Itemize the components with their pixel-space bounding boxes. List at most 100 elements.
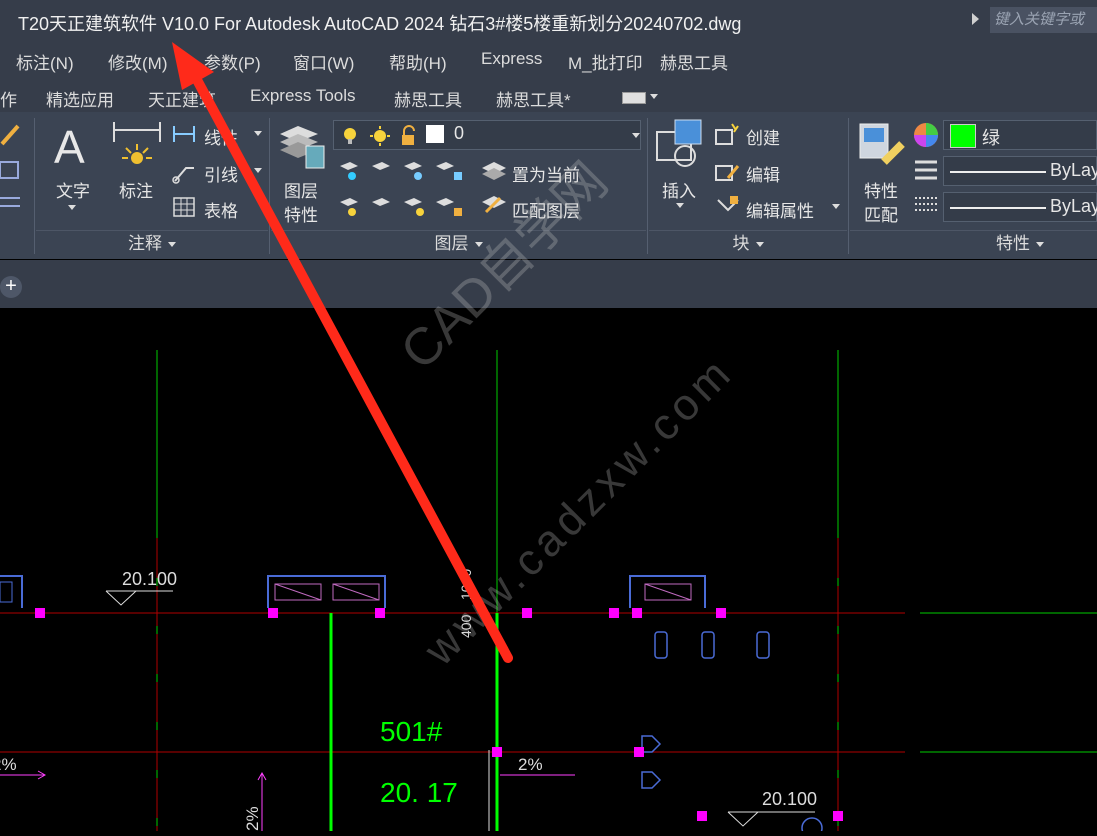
linetype-lineweight-icons[interactable] [913,158,939,218]
current-layer-name: 0 [454,123,465,143]
chevron-down-icon[interactable] [254,131,262,136]
insert-block-icon[interactable] [655,118,707,172]
chevron-down-icon[interactable] [676,203,684,208]
leader-label[interactable]: 引线 [204,161,238,186]
chevron-down-icon[interactable] [832,204,840,209]
window-blue [0,575,23,608]
window-title: T20天正建筑软件 V10.0 For Autodesk AutoCAD 202… [18,14,742,34]
file-tab-bar [0,260,1097,308]
menu-express[interactable]: Express [481,49,542,69]
chevron-down-icon [1036,242,1044,248]
text-button-label[interactable]: 文字 [56,177,90,202]
chevron-down-icon[interactable] [650,94,658,99]
level-marker [727,811,815,827]
create-block-button[interactable]: 创建 [746,124,780,149]
annotation-panel-footer[interactable]: 注释 [36,231,268,257]
chevron-down-icon[interactable] [254,168,262,173]
match-properties-icon[interactable] [858,120,910,172]
menu-parameter[interactable]: 参数(P) [204,49,261,74]
tab-hesi-tools-star[interactable]: 赫思工具* [496,86,571,111]
chevron-down-icon [632,133,640,138]
menu-batch-print[interactable]: M_批打印 [568,49,643,74]
make-current-icon[interactable] [480,158,508,222]
match-props-label-2[interactable]: 匹配 [864,201,898,226]
properties-panel-footer[interactable]: 特性 [850,231,1097,257]
menu-window[interactable]: 窗口(W) [293,49,354,74]
layer-props-label-1[interactable]: 图层 [284,177,318,202]
properties-panel-title: 特性 [996,234,1030,253]
layer-props-label-2[interactable]: 特性 [284,201,318,226]
text-icon[interactable]: A [54,120,85,174]
linetype-preview [950,171,1046,173]
layers-panel-footer[interactable]: 图层 [271,231,646,257]
menu-hesi-tools[interactable]: 赫思工具 [660,49,728,74]
tab-partial[interactable]: 作 [0,86,17,111]
color-select[interactable]: 绿 [943,120,1097,150]
menu-modify[interactable]: 修改(M) [108,49,167,74]
match-layer-button[interactable]: 匹配图层 [512,197,580,222]
block-panel-footer[interactable]: 块 [649,231,847,257]
annotation-panel-title: 注释 [128,234,162,253]
expand-arrow-icon[interactable] [972,13,979,25]
tab-hesi-tools[interactable]: 赫思工具 [394,86,462,111]
drawing-canvas[interactable]: 20.100 20.100 501# 20. 17 2% 2% 2% 400 1… [0,308,1097,836]
fixture-icon [756,631,770,659]
color-swatch [950,124,976,148]
dimension-label: 400 [458,614,474,638]
slope-label: 2% [0,755,17,774]
match-props-label-1[interactable]: 特性 [864,177,898,202]
linetype-select[interactable]: ByLay [943,156,1097,186]
edit-attributes-button[interactable]: 编辑属性 [746,197,814,222]
edit-block-button[interactable]: 编辑 [746,161,780,186]
block-tools-icons[interactable] [714,122,742,222]
panel-separator [647,118,648,254]
panel-separator [34,118,35,254]
dimension-button-label[interactable]: 标注 [119,177,153,202]
layer-properties-icon[interactable] [276,120,328,172]
title-bar: T20天正建筑软件 V10.0 For Autodesk AutoCAD 202… [0,0,1097,42]
block-panel-title: 块 [732,234,750,253]
level-marker [105,590,173,606]
tab-featured-apps[interactable]: 精选应用 [46,86,114,111]
color-name: 绿 [982,128,1000,148]
draw-tools-icon[interactable] [0,118,24,218]
slope-label: 2% [518,755,543,774]
fixture-icon [641,735,662,753]
chevron-down-icon [755,242,764,248]
drawing-svg[interactable]: 20.100 20.100 501# 20. 17 2% 2% 2% 400 1… [0,308,1097,836]
color-wheel-icon[interactable] [913,122,939,148]
dimension-icon[interactable] [112,120,164,172]
menu-help[interactable]: 帮助(H) [389,49,447,74]
menu-dimension[interactable]: 标注(N) [16,49,74,74]
window-frame [644,583,692,601]
leader-icon[interactable] [172,160,196,184]
menu-bar: 标注(N) 修改(M) 参数(P) 窗口(W) 帮助(H) Express M_… [0,42,1097,76]
chevron-down-icon [474,242,483,248]
linear-label[interactable]: 线性 [204,124,238,149]
window-blue [0,581,13,603]
search-input[interactable]: 键入关键字或 [990,7,1097,33]
slope-label: 2% [243,806,262,831]
make-current-button[interactable]: 置为当前 [512,161,580,186]
new-tab-plus-icon[interactable]: + [0,276,22,298]
tab-tangent-arch[interactable]: 天正建筑 [148,86,216,111]
layer-tools-icons[interactable] [336,158,476,222]
lineweight-select[interactable]: ByLay [943,192,1097,222]
chevron-down-icon [168,242,176,248]
layer-select[interactable]: 0 [333,120,641,150]
linear-dim-icon[interactable] [172,124,196,144]
window-frame [274,583,322,601]
dimension-label: 1000 [458,569,474,600]
chevron-down-icon[interactable] [68,205,76,210]
window-frame [332,583,380,601]
lineweight-preview [950,207,1046,209]
layers-panel-title: 图层 [434,234,469,253]
fixture-icon [701,631,715,659]
insert-label[interactable]: 插入 [662,177,696,202]
tab-express-tools[interactable]: Express Tools [250,86,356,106]
linetype-value: ByLay [1050,160,1097,180]
tab-overflow-icon[interactable] [622,92,646,104]
table-label[interactable]: 表格 [204,197,238,222]
panel-separator [269,118,270,254]
table-icon[interactable] [172,196,196,218]
